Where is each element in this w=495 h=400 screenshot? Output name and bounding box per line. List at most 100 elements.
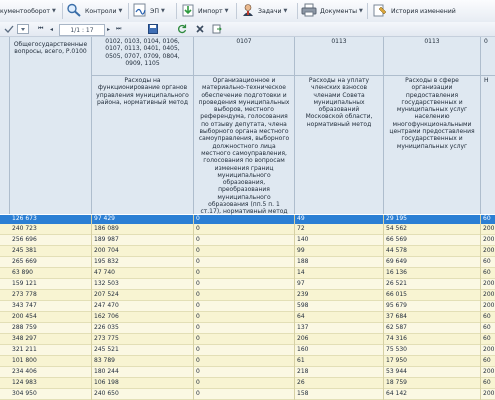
- cell-mfc[interactable]: 18 759: [386, 379, 407, 387]
- table-row[interactable]: 256 696 189 987 0 140 66 569 200: [0, 235, 495, 246]
- cell-management[interactable]: 97 429: [94, 215, 115, 223]
- cell-mfc[interactable]: 75 530: [386, 346, 407, 354]
- cell-total[interactable]: 63 890: [12, 269, 33, 277]
- table-row[interactable]: 234 406 180 244 0 218 53 944 200: [0, 367, 495, 378]
- table-row[interactable]: 265 669 195 832 0 188 69 649 60: [0, 257, 495, 268]
- last-page-icon[interactable]: ⏭: [116, 24, 121, 34]
- cell-cut[interactable]: 60: [483, 357, 491, 365]
- table-row[interactable]: 304 950 240 650 0 158 64 142 200: [0, 389, 495, 400]
- table-row[interactable]: 348 297 273 775 0 206 74 316 60: [0, 334, 495, 345]
- cell-mfc[interactable]: 66 569: [386, 236, 407, 244]
- cell-mfc[interactable]: 74 316: [386, 335, 407, 343]
- cell-membership[interactable]: 160: [297, 346, 308, 354]
- header-col-elections[interactable]: 0107 Организационное и материально-техни…: [194, 37, 295, 215]
- cell-membership[interactable]: 14: [297, 269, 305, 277]
- cell-membership[interactable]: 26: [297, 379, 305, 387]
- cell-membership[interactable]: 97: [297, 280, 305, 288]
- cell-mfc[interactable]: 64 142: [386, 390, 407, 398]
- cell-mfc[interactable]: 16 136: [386, 269, 407, 277]
- cell-total[interactable]: 101 800: [12, 357, 37, 365]
- cell-elections[interactable]: 0: [196, 215, 200, 223]
- cell-total[interactable]: 126 673: [12, 215, 37, 223]
- cell-elections[interactable]: 0: [196, 313, 200, 321]
- cell-membership[interactable]: 598: [297, 302, 308, 310]
- table-row[interactable]: 288 759 226 035 0 137 62 587 60: [0, 323, 495, 334]
- cell-management[interactable]: 195 832: [94, 258, 119, 266]
- cell-total[interactable]: 159 121: [12, 280, 37, 288]
- cell-membership[interactable]: 64: [297, 313, 305, 321]
- cell-cut[interactable]: 200: [483, 225, 494, 233]
- cell-mfc[interactable]: 62 587: [386, 324, 407, 332]
- cell-cut[interactable]: 60: [483, 313, 491, 321]
- cell-elections[interactable]: 0: [196, 346, 200, 354]
- cell-cut[interactable]: 200: [483, 390, 494, 398]
- cell-elections[interactable]: 0: [196, 280, 200, 288]
- cell-elections[interactable]: 0: [196, 390, 200, 398]
- header-col-cut[interactable]: 0 Н: [481, 37, 495, 214]
- cell-elections[interactable]: 0: [196, 247, 200, 255]
- cell-membership[interactable]: 239: [297, 291, 308, 299]
- cell-elections[interactable]: 0: [196, 379, 200, 387]
- cell-management[interactable]: 273 775: [94, 335, 119, 343]
- cell-total[interactable]: 200 454: [12, 313, 37, 321]
- cell-membership[interactable]: 140: [297, 236, 308, 244]
- cell-cut[interactable]: 60: [483, 379, 491, 387]
- cell-mfc[interactable]: 54 562: [386, 225, 407, 233]
- cell-cut[interactable]: 60: [483, 215, 491, 223]
- cell-membership[interactable]: 188: [297, 258, 308, 266]
- cell-membership[interactable]: 72: [297, 225, 305, 233]
- cell-elections[interactable]: 0: [196, 291, 200, 299]
- cell-total[interactable]: 321 211: [12, 346, 37, 354]
- table-row[interactable]: 124 983 106 198 0 26 18 759 60: [0, 378, 495, 389]
- cell-total[interactable]: 343 747: [12, 302, 37, 310]
- page-counter[interactable]: 1/1 : 17: [59, 24, 105, 36]
- cell-elections[interactable]: 0: [196, 225, 200, 233]
- cell-membership[interactable]: 99: [297, 247, 305, 255]
- export-icon[interactable]: [212, 24, 222, 34]
- cell-management[interactable]: 226 035: [94, 324, 119, 332]
- table-row[interactable]: 101 800 83 789 0 61 17 950 60: [0, 356, 495, 367]
- cell-mfc[interactable]: 95 679: [386, 302, 407, 310]
- cell-management[interactable]: 245 521: [94, 346, 119, 354]
- next-page-icon[interactable]: ▸: [107, 24, 110, 34]
- cell-membership[interactable]: 206: [297, 335, 308, 343]
- cell-elections[interactable]: 0: [196, 357, 200, 365]
- cell-mfc[interactable]: 69 649: [386, 258, 407, 266]
- table-row[interactable]: 159 121 132 503 0 97 26 521 200: [0, 279, 495, 290]
- cell-cut[interactable]: 200: [483, 247, 494, 255]
- cell-mfc[interactable]: 17 950: [386, 357, 407, 365]
- cell-total[interactable]: 348 297: [12, 335, 37, 343]
- cell-membership[interactable]: 61: [297, 357, 305, 365]
- cell-cut[interactable]: 200: [483, 236, 494, 244]
- cell-management[interactable]: 47 740: [94, 269, 115, 277]
- table-row[interactable]: 245 381 200 704 0 99 44 578 200: [0, 246, 495, 257]
- table-row[interactable]: 321 211 245 521 0 160 75 530 200: [0, 345, 495, 356]
- cell-cut[interactable]: 200: [483, 280, 494, 288]
- cell-management[interactable]: 207 524: [94, 291, 119, 299]
- cell-mfc[interactable]: 44 578: [386, 247, 407, 255]
- cell-management[interactable]: 83 789: [94, 357, 115, 365]
- cell-mfc[interactable]: 66 015: [386, 291, 407, 299]
- cell-management[interactable]: 200 704: [94, 247, 119, 255]
- refresh-icon[interactable]: [177, 24, 187, 34]
- check-icon[interactable]: [4, 24, 14, 34]
- cell-total[interactable]: 234 406: [12, 368, 37, 376]
- table-row[interactable]: 343 747 247 470 0 598 95 679 200: [0, 301, 495, 312]
- history-button[interactable]: История изменений: [372, 4, 456, 18]
- tasks-menu[interactable]: Задачи ▼: [241, 4, 287, 18]
- cell-total[interactable]: 124 983: [12, 379, 37, 387]
- documents-menu[interactable]: Документы ▼: [301, 3, 363, 18]
- controls-menu[interactable]: Контроли ▼: [66, 3, 122, 18]
- header-col-management[interactable]: 0102, 0103, 0104, 0106, 0107, 0113, 0401…: [92, 37, 194, 214]
- cell-elections[interactable]: 0: [196, 324, 200, 332]
- cell-mfc[interactable]: 26 521: [386, 280, 407, 288]
- cell-membership[interactable]: 49: [297, 215, 305, 223]
- table-row-selected[interactable]: 126 673 97 429 0 49 29 195 60: [0, 215, 495, 224]
- header-col-membership[interactable]: 0113 Расходы на уплату членских взносов …: [295, 37, 384, 214]
- save-icon[interactable]: [148, 24, 158, 34]
- cell-total[interactable]: 288 759: [12, 324, 37, 332]
- docflow-menu[interactable]: кументооборот ▼: [0, 4, 56, 18]
- cell-membership[interactable]: 218: [297, 368, 308, 376]
- table-row[interactable]: 200 454 162 706 0 64 37 684 60: [0, 312, 495, 323]
- cell-management[interactable]: 247 470: [94, 302, 119, 310]
